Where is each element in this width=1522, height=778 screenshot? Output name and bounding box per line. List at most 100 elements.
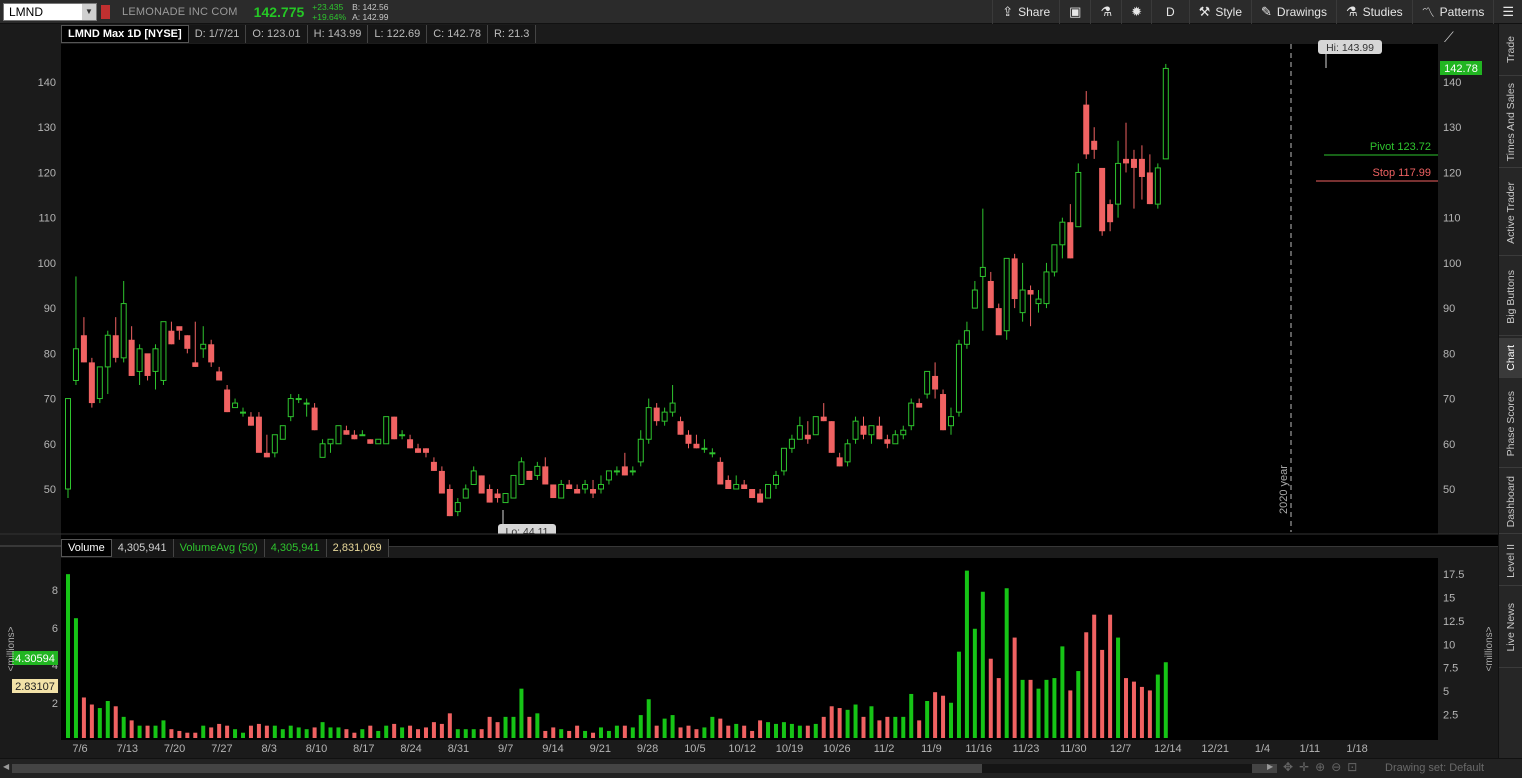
volume-bar: [909, 693, 914, 738]
sidebar-tab-trade[interactable]: Trade: [1499, 24, 1522, 76]
price-panel-bg[interactable]: [61, 44, 1438, 534]
candle-body: [1099, 167, 1106, 232]
candle-body: [900, 429, 907, 436]
candle-body: [908, 402, 915, 427]
candle-body: [518, 461, 525, 485]
candle-body: [160, 321, 167, 381]
volume-bar: [575, 725, 580, 738]
volume-title[interactable]: Volume: [61, 539, 112, 557]
candle-body: [1043, 271, 1050, 305]
menu-button[interactable]: ☰: [1493, 0, 1522, 24]
stop-label: Stop 117.99: [1372, 167, 1431, 179]
volume-bar: [710, 716, 715, 738]
volume-bar: [1163, 662, 1168, 738]
x-tick-label: 9/28: [637, 743, 658, 755]
x-tick-label: 8/31: [448, 743, 469, 755]
scroll-left-icon[interactable]: ◀: [3, 762, 9, 771]
x-tick-label: 12/21: [1201, 743, 1229, 755]
volume-bar: [789, 723, 794, 738]
volume-bar: [137, 725, 142, 738]
studies-button[interactable]: ⚗ Studies: [1335, 0, 1412, 24]
trendline-tool-icon[interactable]: ⟋: [1444, 30, 1454, 46]
company-name: LEMONADE INC COM: [122, 5, 238, 18]
sidebar-tab-chart[interactable]: Chart: [1499, 338, 1522, 378]
drawings-button[interactable]: ✎ Drawings: [1251, 0, 1336, 24]
flag-icon[interactable]: [101, 4, 110, 19]
last-price-tag-text: 142.78: [1444, 63, 1478, 75]
candle-body: [741, 484, 748, 489]
candle-body: [295, 398, 302, 401]
zoom-fit-icon[interactable]: ⊡: [1347, 760, 1357, 774]
crosshair-icon[interactable]: ✛: [1299, 760, 1309, 774]
settings-button[interactable]: ✹: [1121, 0, 1151, 24]
candle-body: [144, 353, 151, 376]
ohlc-low: L: 122.69: [368, 25, 428, 43]
candle-body: [1146, 172, 1153, 205]
pan-icon[interactable]: ✥: [1283, 760, 1293, 774]
x-tick-label: 12/14: [1154, 743, 1182, 755]
period-button[interactable]: D: [1151, 0, 1189, 24]
candle-body: [104, 334, 111, 368]
candle-body: [168, 330, 175, 345]
sidebar-tab-label: Trade: [1505, 35, 1517, 64]
x-tick-label: 8/24: [400, 743, 421, 755]
volume-bar: [750, 730, 755, 738]
zoom-out-icon[interactable]: ⊖: [1331, 760, 1341, 774]
candle-body: [948, 416, 955, 427]
candle-body: [359, 434, 366, 437]
volume-bar: [241, 732, 246, 738]
candle-body: [446, 489, 453, 517]
volume-avg-label[interactable]: VolumeAvg (50): [173, 539, 265, 557]
chart-title[interactable]: LMND Max 1D [NYSE]: [61, 25, 189, 43]
candle-body: [454, 502, 461, 513]
candle-body: [462, 488, 469, 499]
volume-bar: [455, 729, 460, 738]
price-tick-left: 120: [38, 167, 56, 179]
volume-panel-bg[interactable]: [61, 558, 1438, 740]
candle-body: [200, 343, 207, 350]
share-button[interactable]: ⇪ Share: [992, 0, 1059, 24]
chevron-down-icon[interactable]: ▼: [82, 3, 96, 20]
candle-body: [661, 411, 668, 422]
volume-bar: [145, 725, 150, 738]
volume-tick-left: 2: [52, 698, 58, 710]
symbol-selector[interactable]: LMND ▼: [3, 2, 97, 21]
volume-bar: [233, 729, 238, 738]
volume-bar: [1124, 678, 1129, 738]
thinkorswim-chart-window: LMND ▼ LEMONADE INC COM 142.775 +23.435 …: [0, 0, 1522, 778]
style-label: Style: [1215, 4, 1243, 19]
drawing-set-label[interactable]: Drawing set: Default: [1385, 762, 1484, 774]
sidebar-tab-times-and-sales[interactable]: Times And Sales: [1499, 78, 1522, 168]
snapshot-button[interactable]: ▣: [1059, 0, 1090, 24]
volume-bar: [1155, 674, 1160, 738]
volume-bar: [368, 725, 373, 738]
volume-unit-right: <millions>: [1484, 626, 1495, 671]
style-button[interactable]: ⚒ Style: [1188, 0, 1251, 24]
candle-body: [1154, 167, 1161, 205]
symbol-text[interactable]: LMND: [9, 5, 43, 19]
volume-tick-right: 17.5: [1443, 569, 1464, 581]
price-tick-right: 120: [1443, 167, 1461, 179]
volume-tag-yellow: 2.83107: [12, 679, 58, 693]
candle-body: [65, 398, 71, 490]
patterns-button[interactable]: 〽 Patterns: [1411, 0, 1494, 24]
sidebar-tab-dashboard[interactable]: Dashboard: [1499, 470, 1522, 534]
scroll-right-icon[interactable]: ▶: [1267, 762, 1273, 771]
chart-area[interactable]: 50 50 60 60 70 70 80 80 90 90 100 100 110 110 120 120 13…: [0, 24, 1498, 758]
zoom-in-icon[interactable]: ⊕: [1315, 760, 1325, 774]
price-tick-left: 50: [44, 484, 56, 496]
sidebar-tab-big-buttons[interactable]: Big Buttons: [1499, 258, 1522, 336]
price-tick-left: 140: [38, 77, 56, 89]
scroll-thumb[interactable]: [982, 764, 1252, 773]
flask-button[interactable]: ⚗: [1090, 0, 1121, 24]
volume-tick-right: 15: [1443, 592, 1455, 604]
sidebar-tab-live-news[interactable]: Live News: [1499, 588, 1522, 668]
sidebar-tab-active-trader[interactable]: Active Trader: [1499, 170, 1522, 256]
sidebar-tab-phase-scores[interactable]: Phase Scores: [1499, 380, 1522, 468]
candle-body: [335, 425, 342, 445]
candle-body: [152, 348, 159, 372]
sidebar-tab-level-ii[interactable]: Level II: [1499, 536, 1522, 586]
volume-bar: [447, 713, 452, 738]
candle-body: [757, 493, 764, 503]
last-price: 142.775: [253, 3, 305, 20]
